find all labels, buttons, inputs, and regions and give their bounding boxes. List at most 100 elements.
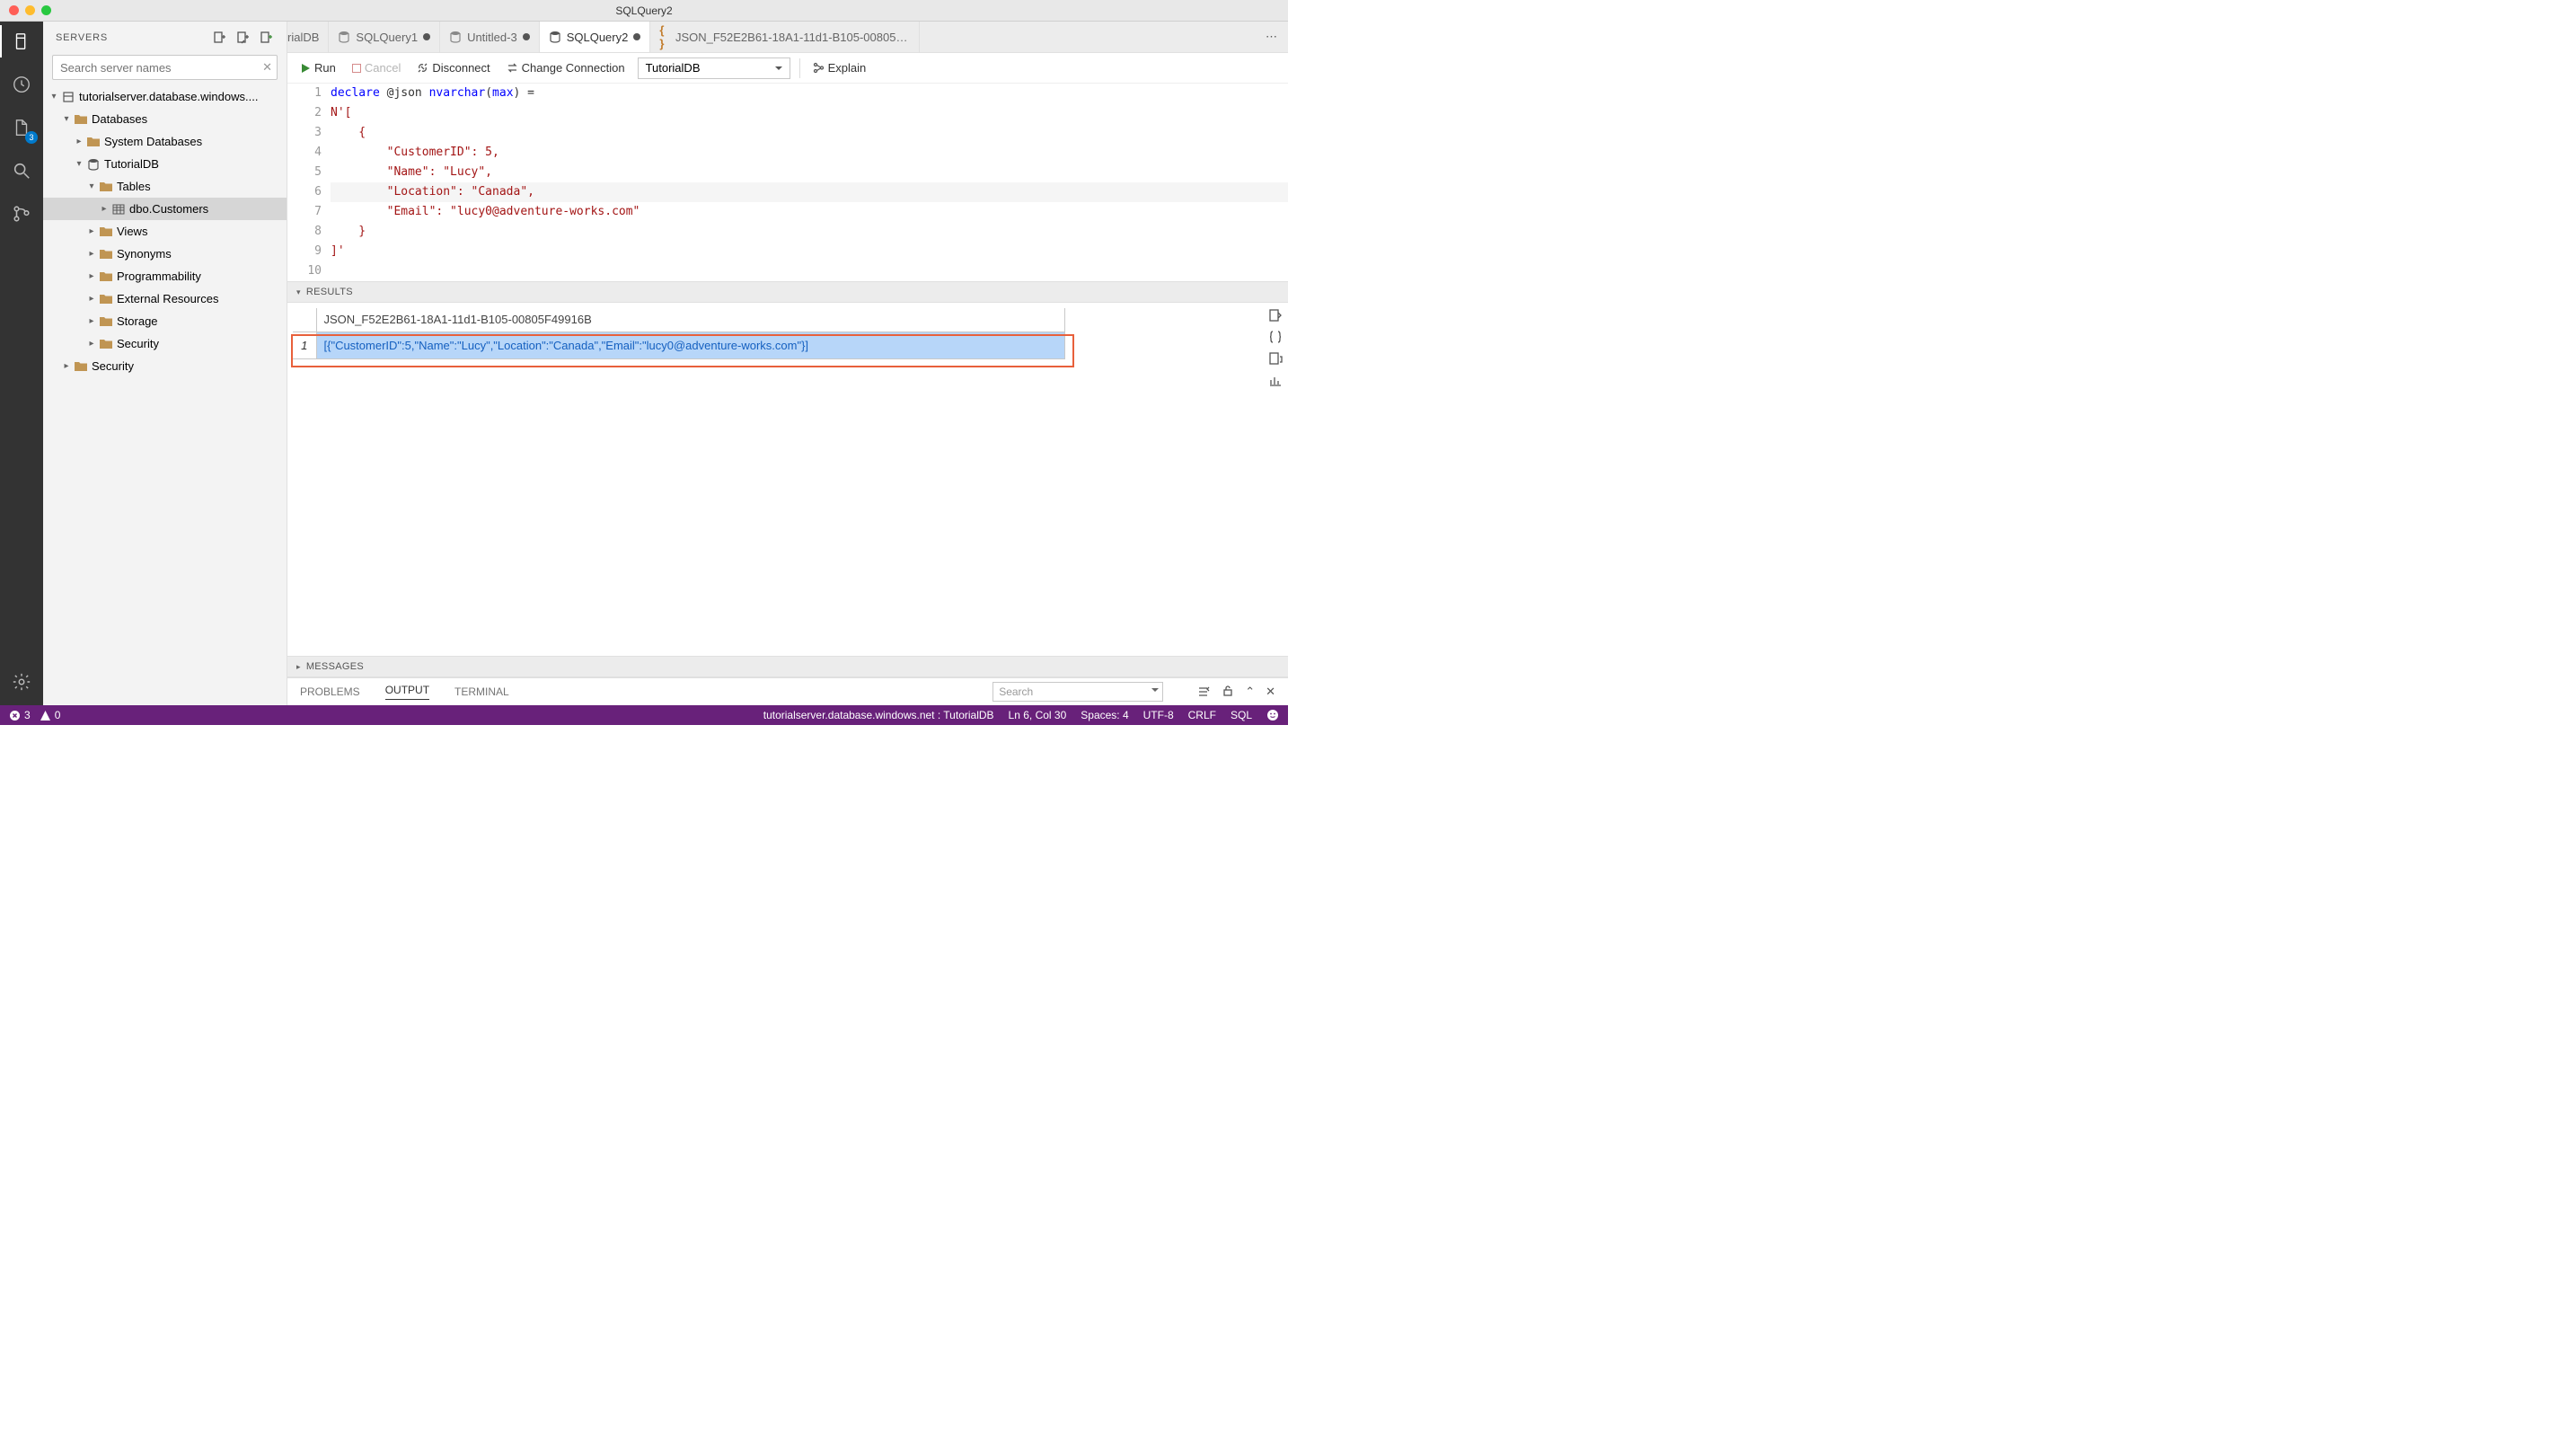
lock-scroll-icon[interactable] [1222, 685, 1234, 699]
chevron-right-icon: ▸ [296, 662, 301, 672]
results-grid: JSON_F52E2B61-18A1-11d1-B105-00805F49916… [293, 308, 1065, 359]
tree-server[interactable]: ▾ tutorialserver.database.windows.... [43, 85, 287, 108]
new-connection-icon[interactable] [213, 31, 227, 45]
status-warnings[interactable]: 0 [40, 709, 61, 721]
code-content: declare @json nvarchar(max) =N'[ { "Cust… [331, 84, 1288, 281]
code-line-current: "Location": "Canada", [331, 182, 1288, 202]
chevron-down-icon: ▾ [296, 287, 301, 297]
explorer-activity-icon[interactable]: 3 [9, 115, 34, 140]
servers-activity-icon[interactable] [9, 29, 34, 54]
cancel-label: Cancel [365, 61, 401, 75]
tree-label: Security [92, 359, 134, 373]
tree-security-db[interactable]: ▸ Security [43, 332, 287, 355]
folder-icon [99, 337, 113, 351]
results-header[interactable]: ▾ RESULTS [287, 281, 1288, 303]
line-num: 3 [287, 123, 322, 143]
disconnect-label: Disconnect [432, 61, 490, 75]
save-excel-icon[interactable] [1268, 351, 1283, 366]
output-tab[interactable]: OUTPUT [385, 684, 429, 700]
change-connection-button[interactable]: Change Connection [503, 59, 629, 76]
code-token: ) = [514, 86, 534, 100]
close-panel-icon[interactable]: ✕ [1266, 685, 1275, 699]
change-connection-label: Change Connection [522, 61, 625, 75]
disconnect-button[interactable]: Disconnect [413, 59, 493, 76]
run-label: Run [314, 61, 336, 75]
panel-search[interactable]: Search [992, 682, 1163, 702]
status-encoding[interactable]: UTF-8 [1143, 709, 1174, 721]
line-num: 4 [287, 143, 322, 163]
feedback-icon[interactable] [1266, 709, 1279, 721]
clear-search-icon[interactable]: ✕ [262, 60, 272, 75]
status-language[interactable]: SQL [1231, 709, 1252, 721]
tree-tutorialdb[interactable]: ▾ TutorialDB [43, 153, 287, 175]
table-icon [111, 202, 126, 217]
tab-sqlquery1[interactable]: SQLQuery1 [329, 22, 440, 52]
chevron-right-icon: ▸ [86, 226, 97, 236]
tree-synonyms[interactable]: ▸ Synonyms [43, 243, 287, 265]
window-title: SQLQuery2 [0, 4, 1288, 17]
chart-icon[interactable] [1268, 373, 1283, 387]
messages-header[interactable]: ▸ MESSAGES [287, 656, 1288, 677]
tree-external-resources[interactable]: ▸ External Resources [43, 287, 287, 310]
tree-programmability[interactable]: ▸ Programmability [43, 265, 287, 287]
tab-partial[interactable]: rialDB [287, 22, 329, 52]
tab-untitled-3[interactable]: Untitled-3 [440, 22, 540, 52]
history-activity-icon[interactable] [9, 72, 34, 97]
stop-icon [352, 64, 361, 73]
settings-activity-icon[interactable] [9, 669, 34, 694]
tree-views[interactable]: ▸ Views [43, 220, 287, 243]
status-spaces[interactable]: Spaces: 4 [1081, 709, 1128, 721]
panel-actions [213, 31, 274, 45]
grid-cell[interactable]: [{"CustomerID":5,"Name":"Lucy","Location… [316, 332, 1065, 358]
tree-label: dbo.Customers [129, 202, 208, 216]
new-query-icon[interactable] [260, 31, 274, 45]
new-group-icon[interactable] [236, 31, 251, 45]
tab-json-result[interactable]: { } JSON_F52E2B61-18A1-11d1-B105-00805F4… [650, 22, 920, 52]
line-num: 10 [287, 261, 322, 281]
terminal-tab[interactable]: TERMINAL [454, 685, 509, 698]
source-control-activity-icon[interactable] [9, 201, 34, 226]
problems-tab[interactable]: PROBLEMS [300, 685, 360, 698]
explain-button[interactable]: Explain [809, 59, 870, 76]
code-token: nvarchar [429, 86, 486, 100]
save-csv-icon[interactable] [1268, 308, 1283, 323]
tree-tables[interactable]: ▾ Tables [43, 175, 287, 198]
grid-data-row[interactable]: 1 [{"CustomerID":5,"Name":"Lucy","Locati… [293, 332, 1065, 358]
column-header[interactable]: JSON_F52E2B61-18A1-11d1-B105-00805F49916… [316, 308, 1065, 332]
tree-table-dbo-customers[interactable]: ▸ dbo.Customers [43, 198, 287, 220]
status-cursor[interactable]: Ln 6, Col 30 [1009, 709, 1067, 721]
status-errors[interactable]: 3 [9, 709, 31, 721]
tree-storage[interactable]: ▸ Storage [43, 310, 287, 332]
grid-header-row: JSON_F52E2B61-18A1-11d1-B105-00805F49916… [293, 308, 1065, 332]
tree-system-databases[interactable]: ▸ System Databases [43, 130, 287, 153]
folder-icon [99, 180, 113, 194]
search-activity-icon[interactable] [9, 158, 34, 183]
error-count: 3 [24, 709, 31, 721]
tree-databases[interactable]: ▾ Databases [43, 108, 287, 130]
database-icon [549, 31, 561, 43]
tree-security-server[interactable]: ▸ Security [43, 355, 287, 377]
tabs-overflow-icon[interactable]: ⋯ [1255, 22, 1288, 52]
explain-label: Explain [828, 61, 867, 75]
cancel-button[interactable]: Cancel [348, 59, 404, 76]
collapse-panel-icon[interactable]: ⌃ [1245, 685, 1255, 699]
panel-title: SERVERS [56, 32, 108, 43]
run-button[interactable]: Run [296, 59, 340, 76]
clear-output-icon[interactable] [1197, 685, 1211, 699]
chevron-right-icon: ▸ [86, 294, 97, 304]
tree-label: tutorialserver.database.windows.... [79, 90, 258, 103]
status-eol[interactable]: CRLF [1188, 709, 1216, 721]
row-number: 1 [293, 332, 316, 358]
tab-sqlquery2[interactable]: SQLQuery2 [540, 22, 651, 52]
code-line: "Email": "lucy0@adventure-works.com" [331, 202, 1288, 222]
chevron-down-icon: ▾ [86, 181, 97, 191]
save-json-icon[interactable] [1268, 330, 1283, 344]
status-connection[interactable]: tutorialserver.database.windows.net : Tu… [763, 709, 994, 721]
editor-group: rialDB SQLQuery1 Untitled-3 SQLQuery2 { … [287, 22, 1288, 705]
database-selector[interactable]: TutorialDB [638, 57, 790, 79]
code-token: ( [485, 86, 492, 100]
chevron-right-icon: ▸ [74, 137, 84, 146]
code-editor[interactable]: 1 2 3 4 5 6 7 8 9 10 declare @json nvarc… [287, 84, 1288, 281]
chevron-right-icon: ▸ [86, 249, 97, 259]
search-input[interactable] [52, 55, 278, 80]
